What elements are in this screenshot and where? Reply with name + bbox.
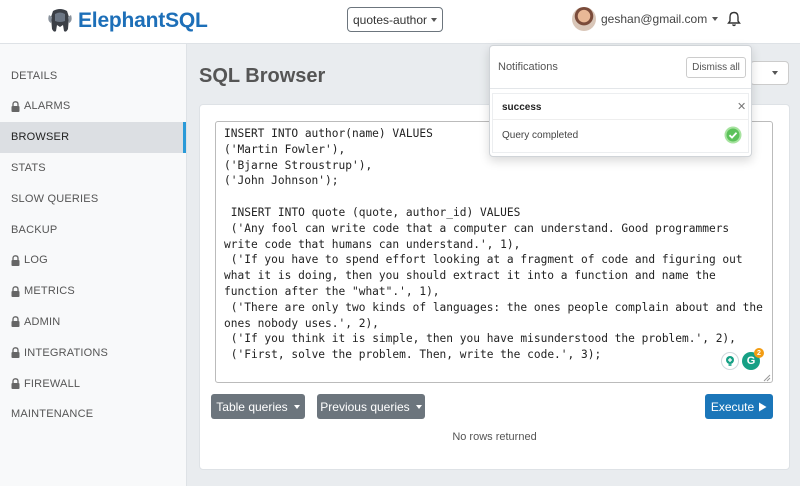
sidebar-item-label: BROWSER <box>11 131 70 144</box>
notification-title: success <box>502 102 542 113</box>
notifications-title: Notifications <box>498 61 558 73</box>
lock-icon <box>11 100 20 112</box>
sidebar-item-maintenance[interactable]: MAINTENANCE <box>0 399 186 430</box>
sidebar-item-label: DETAILS <box>11 69 58 82</box>
chevron-down-icon <box>712 17 719 21</box>
sidebar-item-label: INTEGRATIONS <box>24 346 109 359</box>
lightbulb-plus-icon[interactable] <box>721 352 739 370</box>
lock-icon <box>11 316 20 328</box>
dismiss-all-button[interactable]: Dismiss all <box>686 57 746 78</box>
sidebar-item-slow-queries[interactable]: SLOW QUERIES <box>0 183 186 214</box>
lock-icon <box>11 285 20 297</box>
grammarly-letter: G <box>746 355 756 367</box>
sidebar-item-backup[interactable]: BACKUP <box>0 214 186 245</box>
resize-handle-icon[interactable] <box>762 373 771 382</box>
sidebar-item-label: ADMIN <box>24 315 61 328</box>
grammarly-badge: 2 <box>754 348 764 358</box>
top-bar: ElephantSQL quotes-author geshan@gmail.c… <box>0 0 800 44</box>
grammarly-icon[interactable]: G 2 <box>742 348 764 370</box>
avatar <box>572 7 596 31</box>
notification-item: success ✕ Query completed <box>492 93 749 153</box>
sidebar-item-label: BACKUP <box>11 223 58 236</box>
bell-icon[interactable] <box>727 11 741 27</box>
chevron-down-icon <box>772 71 778 75</box>
brand-logo[interactable]: ElephantSQL <box>47 6 208 36</box>
check-circle-icon <box>724 126 742 144</box>
plus-circle-icon <box>726 356 734 366</box>
view-selector[interactable] <box>750 61 789 85</box>
chevron-down-icon <box>293 404 300 409</box>
previous-queries-button[interactable]: Previous queries <box>317 394 425 419</box>
sidebar-item-label: MAINTENANCE <box>11 408 94 421</box>
notifications-dropdown: Notifications Dismiss all success ✕ Quer… <box>489 45 752 157</box>
previous-queries-label: Previous queries <box>320 399 410 414</box>
sidebar-item-label: LOG <box>24 254 48 267</box>
elephant-icon <box>48 9 72 32</box>
notifications-header: Notifications Dismiss all <box>490 46 751 89</box>
result-message: No rows returned <box>452 431 537 443</box>
execute-label: Execute <box>710 399 755 414</box>
chevron-down-icon <box>431 17 438 22</box>
brand-name: ElephantSQL <box>78 9 208 32</box>
sidebar-item-browser[interactable]: BROWSER <box>0 121 186 153</box>
user-email: geshan@gmail.com <box>601 12 708 26</box>
sidebar-item-firewall[interactable]: FIREWALL <box>0 368 186 399</box>
table-queries-button[interactable]: Table queries <box>211 394 305 419</box>
sidebar-item-label: SLOW QUERIES <box>11 192 99 205</box>
sidebar-item-metrics[interactable]: METRICS <box>0 276 186 307</box>
page-title: SQL Browser <box>199 65 326 87</box>
sidebar-item-admin[interactable]: ADMIN <box>0 306 186 337</box>
chevron-down-icon <box>415 404 422 409</box>
sql-query-editor[interactable]: INSERT INTO author(name) VALUES ('Martin… <box>215 121 773 383</box>
sidebar-item-details[interactable]: DETAILS <box>0 60 186 91</box>
instance-selector-label: quotes-author <box>352 12 428 27</box>
lock-icon <box>11 347 20 359</box>
lock-icon <box>11 254 20 266</box>
sidebar-item-label: STATS <box>11 161 46 174</box>
lock-icon <box>11 378 20 389</box>
close-icon[interactable]: ✕ <box>737 100 746 113</box>
table-queries-label: Table queries <box>216 399 288 414</box>
sidebar-item-label: FIREWALL <box>24 377 81 390</box>
sidebar-item-label: METRICS <box>24 285 75 298</box>
sidebar-item-alarms[interactable]: ALARMS <box>0 91 186 122</box>
sidebar-item-log[interactable]: LOG <box>0 245 186 276</box>
execute-button[interactable]: Execute <box>705 394 773 419</box>
sidebar-item-stats[interactable]: STATS <box>0 152 186 183</box>
sidebar-item-integrations[interactable]: INTEGRATIONS <box>0 337 186 368</box>
notification-message: Query completed <box>502 130 579 141</box>
notification-header: success ✕ <box>493 94 748 120</box>
editor-extensions: G 2 <box>721 348 764 370</box>
user-menu[interactable]: geshan@gmail.com <box>572 7 719 31</box>
play-icon <box>759 402 767 411</box>
instance-selector[interactable]: quotes-author <box>347 7 443 32</box>
sidebar-item-label: ALARMS <box>24 100 71 113</box>
